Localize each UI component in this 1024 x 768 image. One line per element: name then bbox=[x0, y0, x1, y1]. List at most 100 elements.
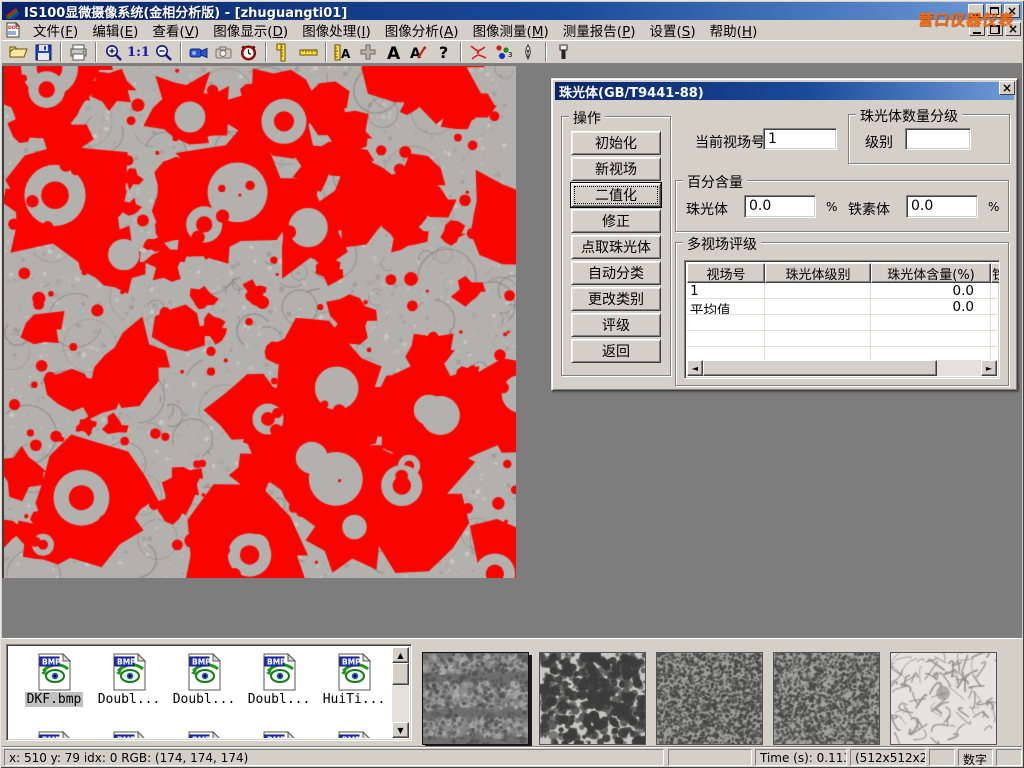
file-item-DKFbmp[interactable]: BMPDKF.bmp bbox=[17, 653, 91, 707]
print-button[interactable] bbox=[66, 41, 91, 63]
svg-text:BMP: BMP bbox=[42, 736, 61, 739]
pen-tool-button[interactable] bbox=[516, 41, 541, 63]
annotate-button[interactable]: A bbox=[406, 41, 431, 63]
ruler-button[interactable] bbox=[296, 41, 321, 63]
op-button-3[interactable]: 二值化 bbox=[571, 183, 661, 207]
op-button-5[interactable]: 点取珠光体 bbox=[571, 235, 661, 259]
table-cell bbox=[991, 283, 997, 299]
text-a-icon: A bbox=[384, 43, 403, 62]
menu-item-h[interactable]: 帮助(H) bbox=[703, 18, 765, 42]
open-folder-icon bbox=[9, 43, 28, 62]
brush-tool-button[interactable] bbox=[551, 41, 576, 63]
file-item-row2[interactable]: BMP bbox=[92, 731, 166, 738]
scroll-thumb[interactable] bbox=[703, 360, 937, 376]
actual-size-button[interactable]: 1:1 bbox=[126, 41, 151, 63]
file-item-row2[interactable]: BMP bbox=[242, 731, 316, 738]
menu-item-m[interactable]: 图像测量(M) bbox=[466, 18, 556, 42]
op-button-2[interactable]: 新视场 bbox=[571, 157, 661, 181]
menu-item-d[interactable]: 图像显示(D) bbox=[206, 18, 295, 42]
op-button-4[interactable]: 修正 bbox=[571, 209, 661, 233]
multifield-group-label: 多视场评级 bbox=[683, 234, 761, 254]
op-button-8[interactable]: 评级 bbox=[571, 313, 661, 337]
grade-input[interactable] bbox=[905, 128, 971, 150]
text-a-button[interactable]: A bbox=[381, 41, 406, 63]
micrograph-thumb-4[interactable] bbox=[773, 652, 880, 745]
pearlite-percent-input[interactable]: 0.0 bbox=[744, 195, 816, 218]
save-button[interactable] bbox=[31, 41, 56, 63]
file-scroll-thumb[interactable] bbox=[392, 663, 409, 685]
table-cell bbox=[871, 347, 991, 360]
file-name: DKF.bmp bbox=[25, 692, 84, 707]
table-cell bbox=[991, 315, 997, 331]
bmp-file-icon: BMP bbox=[37, 653, 71, 691]
caliper-button[interactable] bbox=[271, 41, 296, 63]
micrograph-thumb-3[interactable] bbox=[656, 652, 763, 745]
menu-item-s[interactable]: 设置(S) bbox=[643, 18, 703, 42]
micrograph-thumb-5[interactable] bbox=[890, 652, 997, 745]
micrograph-thumb-1[interactable] bbox=[422, 652, 529, 745]
multifield-table[interactable]: 视场号珠光体级别珠光体含量(%)铁素体含量(%) 10.0平均值0.0 ◄ ► bbox=[684, 260, 1000, 379]
table-row-1[interactable]: 10.0 bbox=[687, 283, 997, 299]
svg-text:A: A bbox=[341, 47, 351, 61]
menu-item-e[interactable]: 编辑(E) bbox=[85, 18, 145, 42]
menu-item-f[interactable]: 文件(F) bbox=[26, 18, 85, 42]
table-cell bbox=[687, 347, 765, 360]
file-item-Doubl[interactable]: BMPDoubl... bbox=[242, 653, 316, 707]
file-item-row2[interactable]: BMP bbox=[317, 731, 391, 738]
table-header-1[interactable]: 视场号 bbox=[687, 263, 765, 283]
table-header-2[interactable]: 珠光体级别 bbox=[765, 263, 871, 283]
bottom-panel: BMPDKF.bmpBMPBMPDoubl...BMPBMPDoubl...BM… bbox=[2, 638, 1022, 746]
dialog-close-icon[interactable]: × bbox=[999, 81, 1015, 95]
menu-item-p[interactable]: 测量报告(P) bbox=[556, 18, 643, 42]
help-button[interactable]: ? bbox=[431, 41, 456, 63]
timer-clock-button[interactable] bbox=[236, 41, 261, 63]
scroll-right-icon[interactable]: ► bbox=[981, 360, 997, 376]
table-row-4[interactable] bbox=[687, 331, 997, 347]
file-scrollbar[interactable]: ▲ ▼ bbox=[392, 647, 409, 738]
open-folder-button[interactable] bbox=[6, 41, 31, 63]
table-row-5[interactable] bbox=[687, 347, 997, 360]
ruler-icon bbox=[299, 43, 318, 62]
file-item-Doubl[interactable]: BMPDoubl... bbox=[92, 653, 166, 707]
table-row-3[interactable] bbox=[687, 315, 997, 331]
zoom-out-button[interactable] bbox=[151, 41, 176, 63]
pearlite-dialog: 珠光体(GB/T9441-88) × 操作 初始化新视场二值化修正点取珠光体自动… bbox=[551, 78, 1018, 391]
bmp-file-icon: BMP bbox=[262, 731, 296, 738]
curve-tool-button[interactable] bbox=[466, 41, 491, 63]
file-item-row2[interactable]: BMP bbox=[17, 731, 91, 738]
toolbar: 1:1AAA?3 bbox=[2, 40, 1022, 64]
table-row-2[interactable]: 平均值0.0 bbox=[687, 299, 997, 315]
op-button-6[interactable]: 自动分类 bbox=[571, 261, 661, 285]
op-button-9[interactable]: 返回 bbox=[571, 339, 661, 363]
file-item-Doubl[interactable]: BMPDoubl... bbox=[167, 653, 241, 707]
table-header-3[interactable]: 珠光体含量(%) bbox=[871, 263, 991, 283]
table-header-4[interactable]: 铁素体含量(%) bbox=[991, 263, 1000, 283]
micrograph-image[interactable] bbox=[2, 66, 516, 578]
snapshot-camera-button[interactable] bbox=[211, 41, 236, 63]
video-camera-button[interactable] bbox=[186, 41, 211, 63]
dialog-title-bar[interactable]: 珠光体(GB/T9441-88) bbox=[555, 82, 1014, 100]
op-button-1[interactable]: 初始化 bbox=[571, 131, 661, 155]
table-horizontal-scrollbar[interactable]: ◄ ► bbox=[687, 360, 997, 376]
file-item-row2[interactable]: BMP bbox=[167, 731, 241, 738]
micrograph-thumb-2[interactable] bbox=[539, 652, 646, 745]
micrograph-canvas[interactable] bbox=[4, 66, 516, 578]
scroll-left-icon[interactable]: ◄ bbox=[687, 360, 703, 376]
color-points-button[interactable]: 3 bbox=[491, 41, 516, 63]
menu-item-v[interactable]: 查看(V) bbox=[145, 18, 206, 42]
move-cross-button[interactable] bbox=[356, 41, 381, 63]
percent-group: 百分含量 珠光体 0.0 % 铁素体 0.0 % bbox=[675, 180, 1009, 232]
ferrite-percent-input[interactable]: 0.0 bbox=[906, 195, 978, 218]
current-field-input[interactable]: 1 bbox=[763, 128, 837, 150]
operations-group: 操作 初始化新视场二值化修正点取珠光体自动分类更改类别评级返回 bbox=[561, 116, 671, 376]
bmp-file-icon: BMP bbox=[337, 653, 371, 691]
document-icon: DOC bbox=[5, 22, 21, 38]
menu-item-i[interactable]: 图像处理(I) bbox=[295, 18, 378, 42]
scroll-down-icon[interactable]: ▼ bbox=[392, 722, 409, 738]
file-item-HuiTi[interactable]: BMPHuiTi... bbox=[317, 653, 391, 707]
menu-item-a[interactable]: 图像分析(A) bbox=[378, 18, 466, 42]
zoom-in-button[interactable] bbox=[101, 41, 126, 63]
measure-text-button[interactable]: A bbox=[331, 41, 356, 63]
scroll-up-icon[interactable]: ▲ bbox=[392, 647, 409, 663]
op-button-7[interactable]: 更改类别 bbox=[571, 287, 661, 311]
